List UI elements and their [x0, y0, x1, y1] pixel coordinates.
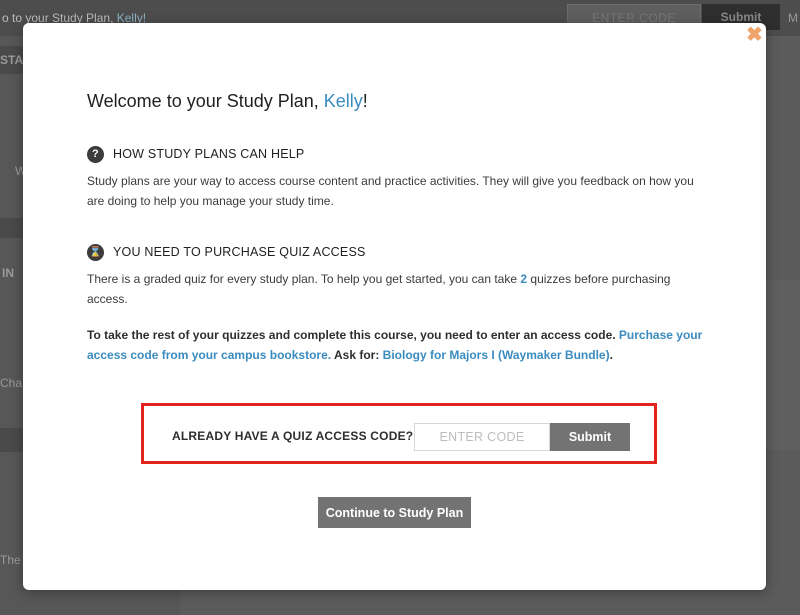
study-plan-modal: ✖ Welcome to your Study Plan, Kelly! ? H… — [23, 23, 766, 590]
access-code-submit-button[interactable]: Submit — [550, 423, 630, 451]
purchase-description: There is a graded quiz for every study p… — [87, 269, 707, 309]
access-code-label: ALREADY HAVE A QUIZ ACCESS CODE? — [172, 429, 414, 443]
instructions-end: . — [609, 348, 613, 362]
background-fragment: Cha — [0, 376, 23, 390]
access-code-instructions: To take the rest of your quizzes and com… — [87, 325, 707, 365]
access-code-highlight-box: ALREADY HAVE A QUIZ ACCESS CODE? Submit — [141, 403, 657, 464]
ask-for-text: Ask for: — [331, 348, 383, 362]
modal-title-user-name: Kelly — [323, 91, 363, 111]
question-icon: ? — [87, 145, 104, 163]
help-description: Study plans are your way to access cours… — [87, 174, 694, 208]
product-link[interactable]: Biology for Majors I (Waymaker Bundle) — [383, 348, 610, 362]
help-section-heading: ? HOW STUDY PLANS CAN HELP — [87, 145, 304, 163]
help-heading-text: HOW STUDY PLANS CAN HELP — [113, 147, 305, 161]
modal-title-suffix: ! — [362, 91, 368, 111]
access-code-input[interactable] — [414, 423, 550, 451]
modal-title-prefix: Welcome to your Study Plan, — [87, 91, 324, 111]
background-menu-letter: M — [788, 11, 798, 25]
background-fragment: STA — [0, 53, 24, 67]
background-right-panel — [765, 280, 800, 450]
modal-title: Welcome to your Study Plan, Kelly! — [87, 91, 368, 112]
close-icon[interactable]: ✖ — [746, 25, 763, 45]
hourglass-icon: ⌛ — [87, 243, 104, 261]
instructions-text: To take the rest of your quizzes and com… — [87, 328, 619, 342]
background-fragment: The — [0, 553, 21, 567]
purchase-section-heading: ⌛ YOU NEED TO PURCHASE QUIZ ACCESS — [87, 243, 366, 261]
purchase-heading-text: YOU NEED TO PURCHASE QUIZ ACCESS — [113, 245, 366, 259]
background-fragment: IN — [2, 266, 14, 280]
continue-to-study-plan-button[interactable]: Continue to Study Plan — [318, 497, 471, 528]
purchase-text-before: There is a graded quiz for every study p… — [87, 272, 521, 286]
